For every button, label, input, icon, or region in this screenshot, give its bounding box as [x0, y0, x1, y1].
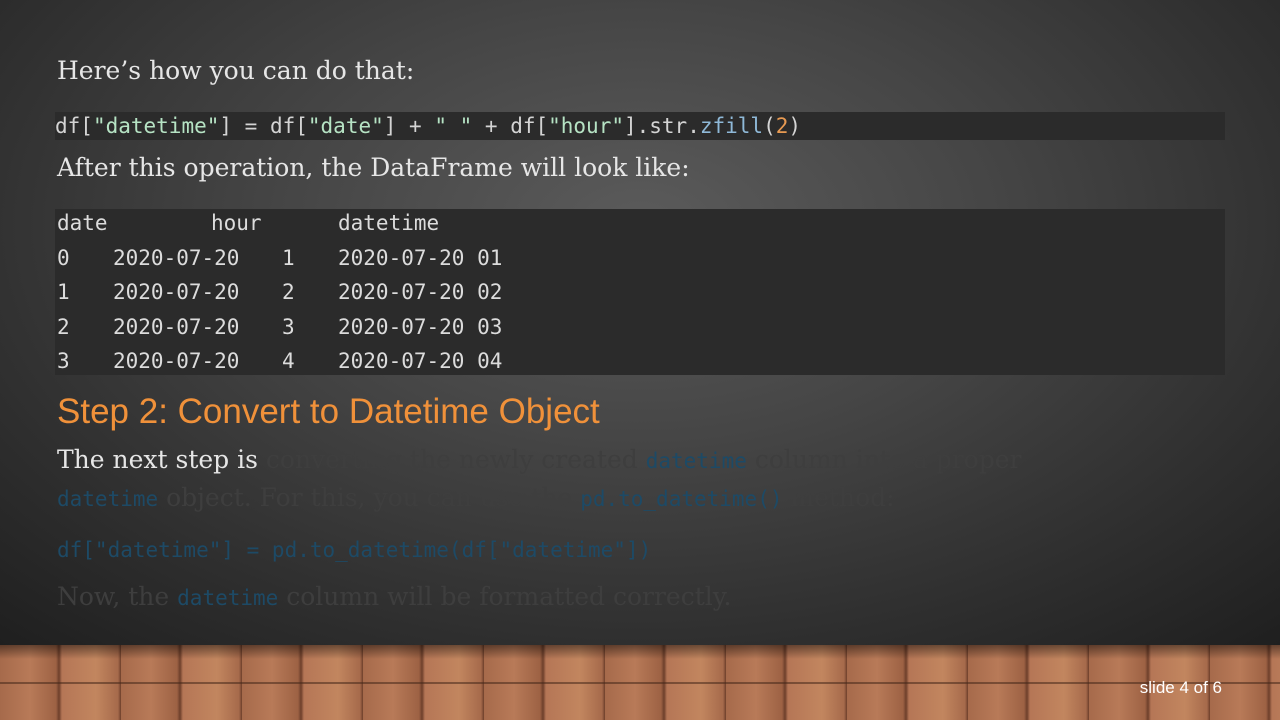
- table-header-cell: date: [57, 211, 108, 235]
- faded-text: column into a proper: [746, 445, 1022, 474]
- table-cell: 2020-07-20: [113, 246, 240, 270]
- code-token: ): [788, 114, 802, 138]
- code-token: ] = df[: [219, 114, 308, 138]
- code-block-concat: df["datetime"] = df["date"] + " " + df["…: [55, 112, 1225, 140]
- code-token: ].str.: [623, 114, 700, 138]
- inline-code: datetime: [57, 487, 159, 511]
- table-row: 3 2020-07-20 4 2020-07-20 04: [57, 344, 502, 378]
- code-string: " ": [434, 114, 473, 138]
- final-paragraph: Now, the datetime column will be formatt…: [57, 582, 732, 611]
- table-cell: 0: [57, 246, 70, 270]
- step2-paragraph-line2: datetime object. For this, you can use t…: [57, 483, 895, 512]
- visible-text: The next step is: [57, 445, 266, 474]
- table-cell: 2020-07-20 01: [338, 246, 503, 270]
- after-operation-text: After this operation, the DataFrame will…: [57, 153, 690, 182]
- table-header-cell: hour: [211, 211, 262, 235]
- table-row: 0 2020-07-20 1 2020-07-20 01: [57, 241, 502, 275]
- table-row: 1 2020-07-20 2 2020-07-20 02: [57, 275, 502, 309]
- table-row: 2 2020-07-20 3 2020-07-20 03: [57, 310, 502, 344]
- code-block-to-datetime: df["datetime"] = pd.to_datetime(df["date…: [57, 538, 652, 562]
- code-string: "date": [307, 114, 384, 138]
- table-cell: 1: [57, 280, 70, 304]
- faded-text: method:: [782, 483, 895, 512]
- table-cell: 4: [282, 349, 295, 373]
- code-token: ] +: [383, 114, 435, 138]
- code-string: "datetime": [92, 114, 220, 138]
- table-cell: 2020-07-20: [113, 315, 240, 339]
- table-cell: 2020-07-20 02: [338, 280, 503, 304]
- faded-text: Now, the: [57, 582, 178, 611]
- code-function: zfill: [699, 114, 764, 138]
- inline-code: datetime: [645, 449, 747, 473]
- floor-seam: [0, 682, 1280, 684]
- inline-code: datetime: [177, 586, 279, 610]
- table-cell: 1: [282, 246, 295, 270]
- table-cell: 2: [57, 315, 70, 339]
- code-token: + df[: [472, 114, 549, 138]
- step2-paragraph-line1: The next step is converting the newly cr…: [57, 445, 1021, 474]
- table-header-row: date hour datetime: [57, 206, 439, 240]
- table-cell: 3: [57, 349, 70, 373]
- table-cell: 2020-07-20 03: [338, 315, 503, 339]
- table-cell: 2020-07-20 04: [338, 349, 503, 373]
- dataframe-output: date hour datetime 0 2020-07-20 1 2020-0…: [55, 209, 1225, 375]
- step2-heading: Step 2: Convert to Datetime Object: [57, 392, 600, 431]
- code-number: 2: [775, 114, 789, 138]
- table-header-cell: datetime: [338, 211, 440, 235]
- table-cell: 2020-07-20: [113, 280, 240, 304]
- slide-number: slide 4 of 6: [1139, 678, 1222, 697]
- faded-text: converting the newly created: [265, 445, 646, 474]
- code-string: "hour": [548, 114, 624, 138]
- table-cell: 3: [282, 315, 295, 339]
- intro-text: Here’s how you can do that:: [57, 56, 415, 85]
- table-cell: 2020-07-20: [113, 349, 240, 373]
- table-cell: 2: [282, 280, 295, 304]
- code-token: (: [763, 114, 776, 138]
- faded-text: object. For this, you can use the: [158, 483, 581, 512]
- inline-code: pd.to_datetime(): [580, 487, 783, 511]
- code-token: df[: [55, 114, 93, 138]
- faded-text: column will be formatted correctly.: [278, 582, 732, 611]
